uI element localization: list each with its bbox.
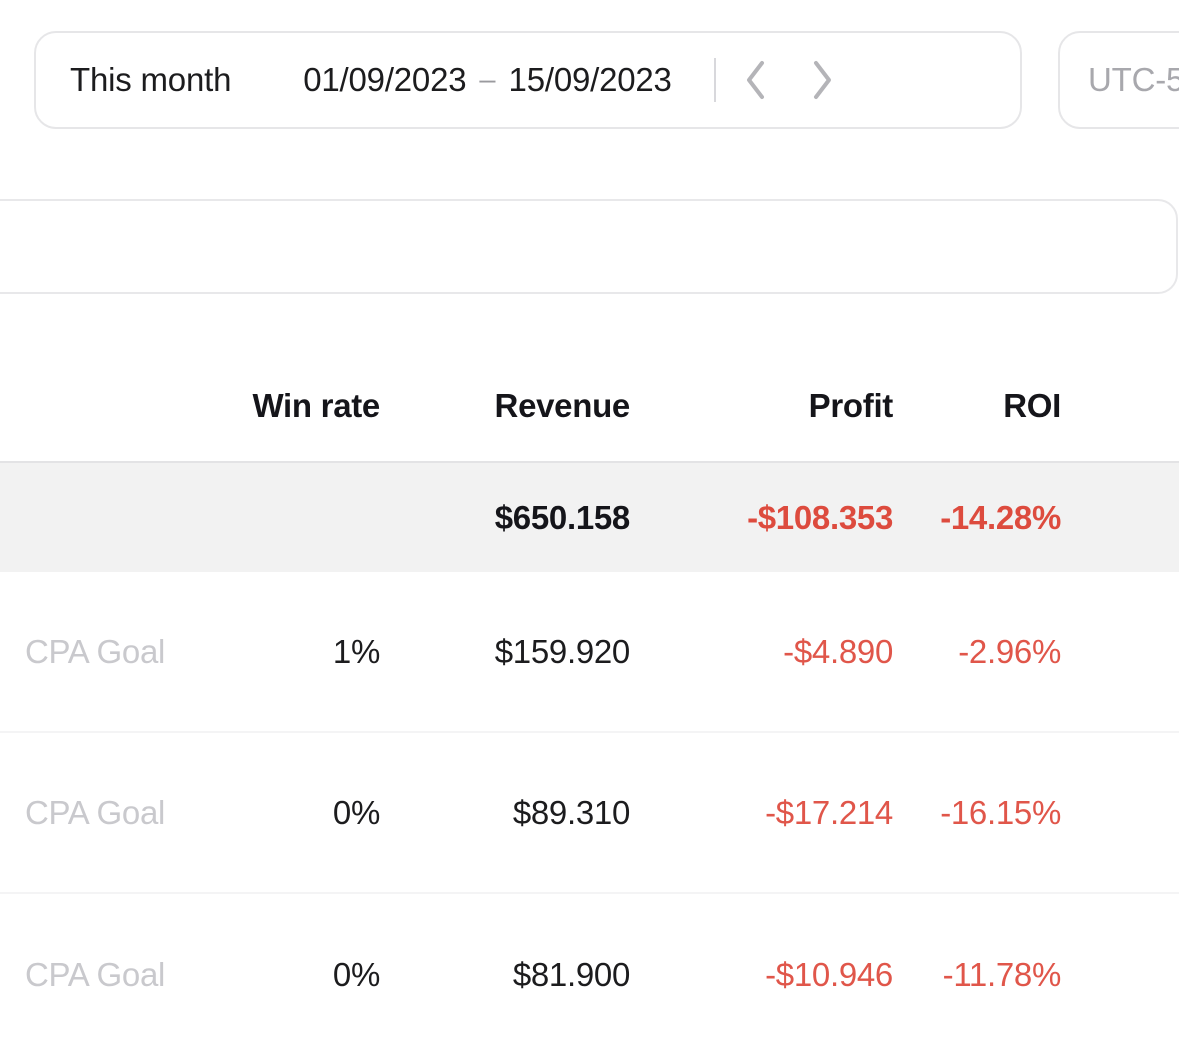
timezone-selector[interactable]: UTC-5 — [1058, 31, 1179, 129]
row-profit: -$10.946 — [765, 955, 893, 993]
row-name: CPA Goal — [25, 955, 166, 993]
filter-bar[interactable] — [0, 199, 1178, 294]
column-header-win-rate[interactable]: Win rate — [230, 387, 381, 425]
column-header-roi[interactable]: ROI — [893, 387, 1120, 425]
top-toolbar: This month 01/09/2023 – 15/09/2023 UTC-5 — [0, 0, 1179, 160]
row-revenue: $89.310 — [512, 793, 630, 831]
row-revenue: $159.920 — [494, 632, 630, 670]
row-win-rate: 1% — [332, 632, 380, 670]
row-win-rate: 0% — [332, 793, 380, 831]
date-next-button[interactable] — [796, 54, 848, 106]
toolbar-divider — [713, 58, 716, 102]
table-row[interactable]: CPA Goal 0% $81.900 -$10.946 -11.78% — [0, 894, 1179, 1055]
totals-roi: -14.28% — [940, 498, 1061, 536]
row-roi: -2.96% — [958, 632, 1061, 670]
totals-revenue: $650.158 — [494, 498, 630, 536]
row-revenue: $81.900 — [512, 955, 630, 993]
date-prev-button[interactable] — [730, 54, 782, 106]
metrics-table: Win rate Revenue Profit ROI $650.158 -$1… — [0, 350, 1179, 1055]
date-range-display[interactable]: 01/09/2023 – 15/09/2023 — [303, 61, 672, 99]
row-roi: -16.15% — [940, 793, 1061, 831]
chevron-left-icon — [741, 58, 771, 102]
row-win-rate: 0% — [332, 955, 380, 993]
date-preset-label[interactable]: This month — [70, 61, 231, 99]
timezone-label: UTC-5 — [1088, 61, 1179, 98]
row-name: CPA Goal — [25, 793, 166, 831]
row-name: CPA Goal — [25, 632, 166, 670]
totals-profit: -$108.353 — [747, 498, 893, 536]
table-row[interactable]: CPA Goal 0% $89.310 -$17.214 -16.15% — [0, 733, 1179, 894]
table-totals-row: $650.158 -$108.353 -14.28% — [0, 463, 1179, 572]
date-range-end[interactable]: 15/09/2023 — [509, 61, 672, 99]
table-header-row: Win rate Revenue Profit ROI — [0, 350, 1179, 463]
row-roi: -11.78% — [942, 955, 1062, 993]
chevron-right-icon — [807, 58, 837, 102]
row-profit: -$4.890 — [783, 632, 893, 670]
date-range-separator: – — [479, 63, 496, 96]
column-header-revenue[interactable]: Revenue — [380, 387, 630, 425]
table-row[interactable]: CPA Goal 1% $159.920 -$4.890 -2.96% — [0, 572, 1179, 733]
column-header-profit[interactable]: Profit — [630, 387, 893, 425]
date-range-picker[interactable]: This month 01/09/2023 – 15/09/2023 — [34, 31, 1022, 129]
date-range-start[interactable]: 01/09/2023 — [303, 61, 466, 99]
row-profit: -$17.214 — [765, 793, 893, 831]
